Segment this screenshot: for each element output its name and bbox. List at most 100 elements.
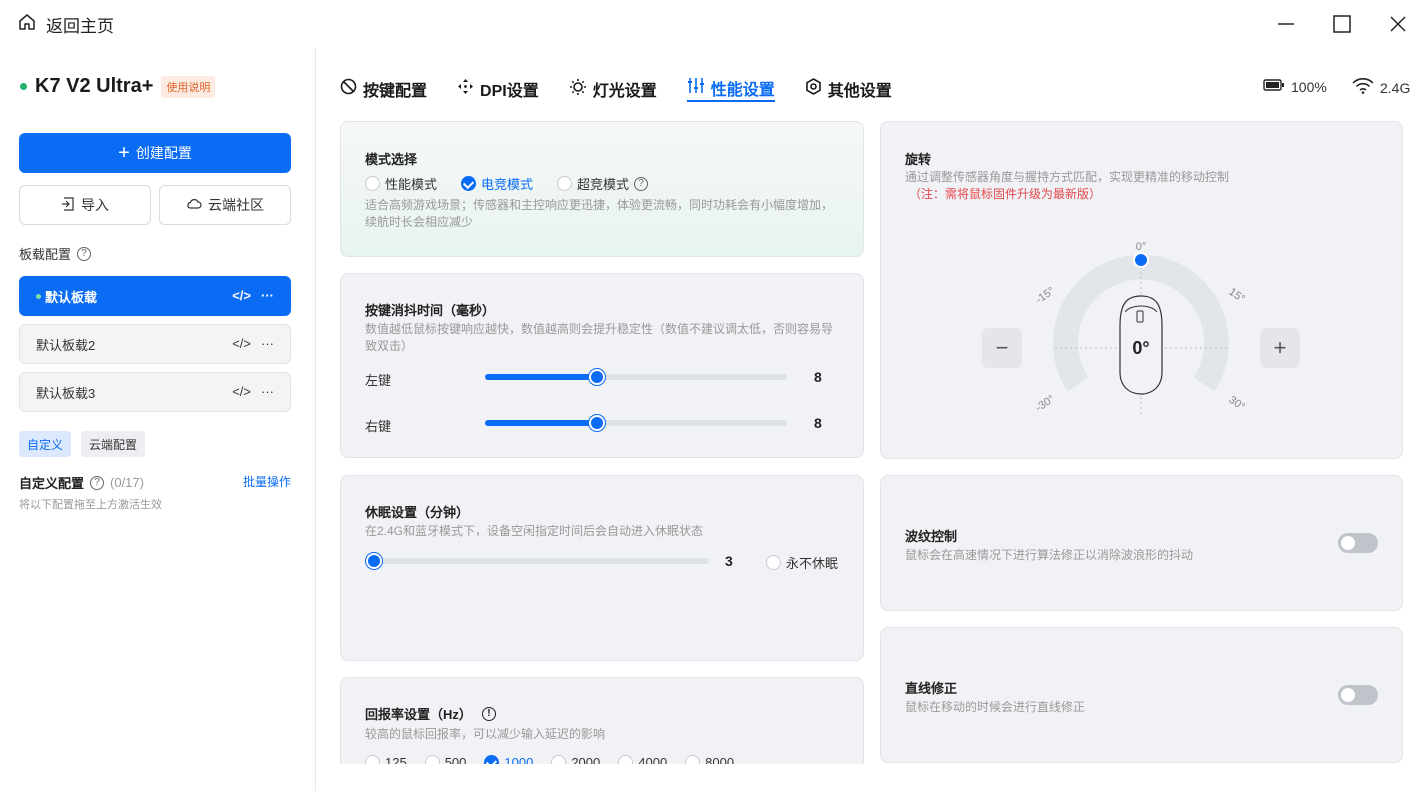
sleep-title: 休眠设置（分钟） bbox=[365, 505, 470, 520]
rotation-card: 旋转 通过调整传感器角度与握持方式匹配，实现更精准的移动控制 （注：需将鼠标固件… bbox=[880, 121, 1403, 459]
left-debounce-slider[interactable] bbox=[485, 369, 787, 385]
custom-config-label: 自定义配置 bbox=[19, 476, 85, 491]
straight-line-toggle[interactable] bbox=[1338, 685, 1378, 705]
custom-count: (0/17) bbox=[110, 475, 144, 490]
home-icon bbox=[18, 13, 36, 36]
radio-icon bbox=[618, 755, 634, 764]
profile-actions: </> ··· bbox=[232, 336, 274, 351]
plus-icon: + bbox=[118, 142, 130, 164]
info-icon[interactable]: ! bbox=[481, 706, 496, 721]
right-key-label: 右键 bbox=[365, 419, 392, 434]
more-icon[interactable]: ··· bbox=[261, 288, 274, 303]
onboard-config-label: 板载配置 bbox=[19, 247, 72, 262]
more-icon[interactable]: ··· bbox=[261, 384, 274, 399]
polling-option-label: 8000 bbox=[705, 755, 735, 764]
straight-line-card: 直线修正 鼠标在移动的时候会进行直线修正 bbox=[880, 627, 1403, 763]
right-debounce-slider[interactable] bbox=[485, 415, 787, 431]
minimize-button[interactable] bbox=[1272, 10, 1300, 38]
cloud-community-button[interactable]: 云端社区 bbox=[159, 185, 291, 225]
home-label: 返回主页 bbox=[46, 17, 114, 36]
slider-thumb[interactable] bbox=[588, 369, 605, 385]
profile-item-1[interactable]: 默认板载 </> ··· bbox=[19, 276, 291, 316]
mode-option-ultra[interactable]: 超竞模式? bbox=[557, 174, 649, 193]
maximize-button[interactable] bbox=[1328, 10, 1356, 38]
rotate-minus-button[interactable]: − bbox=[982, 328, 1022, 368]
create-config-button[interactable]: + 创建配置 bbox=[19, 133, 291, 173]
profile-label: 默认板载3 bbox=[36, 385, 96, 401]
cloud-icon bbox=[186, 197, 202, 214]
tab-dpi[interactable]: DPI设置 bbox=[457, 76, 539, 102]
tab-lighting[interactable]: 灯光设置 bbox=[569, 76, 657, 102]
online-indicator bbox=[20, 83, 27, 90]
rotation-note: （注：需将鼠标固件升级为最新版） bbox=[909, 187, 1102, 201]
tab-custom[interactable]: 自定义 bbox=[19, 431, 72, 457]
tab-other[interactable]: 其他设置 bbox=[805, 76, 892, 102]
help-icon[interactable]: ? bbox=[90, 475, 105, 490]
profile-item-3[interactable]: 默认板载3 </> ··· bbox=[19, 372, 291, 412]
device-header: K7 V2 Ultra+ 使用说明 bbox=[20, 75, 216, 98]
more-icon[interactable]: ··· bbox=[261, 336, 274, 351]
hexagon-icon bbox=[805, 78, 822, 100]
import-icon bbox=[61, 196, 75, 214]
sleep-slider[interactable] bbox=[365, 553, 709, 569]
never-sleep-option[interactable]: 永不休眠 bbox=[766, 553, 838, 572]
polling-card-viewport: 回报率设置（Hz） ! 较高的鼠标回报率，可以减少输入延迟的影响 125 500… bbox=[340, 677, 864, 764]
help-icon[interactable]: ? bbox=[634, 176, 649, 191]
radio-icon bbox=[557, 176, 573, 191]
polling-option-1000[interactable]: 1000 bbox=[484, 755, 533, 764]
wireless-mode: 2.4G bbox=[1380, 79, 1411, 96]
wireless-status: 2.4G bbox=[1352, 78, 1410, 97]
rotation-value: 0° bbox=[1132, 338, 1149, 358]
import-button[interactable]: 导入 bbox=[19, 185, 151, 225]
mode-option-esports[interactable]: 电竞模式 bbox=[461, 174, 533, 193]
ripple-title: 波纹控制 bbox=[905, 529, 958, 544]
batch-operation-link[interactable]: 批量操作 bbox=[243, 473, 291, 490]
rotation-dial[interactable]: 0° 0° -15° 15° -30° 30° bbox=[1031, 234, 1251, 424]
bulb-icon bbox=[569, 78, 587, 101]
import-label: 导入 bbox=[81, 197, 109, 213]
mode-option-performance[interactable]: 性能模式 bbox=[365, 174, 437, 193]
home-button[interactable]: 返回主页 bbox=[18, 12, 114, 37]
profile-actions: </> ··· bbox=[232, 384, 274, 399]
close-button[interactable] bbox=[1384, 10, 1412, 38]
polling-option-4000[interactable]: 4000 bbox=[618, 755, 667, 764]
tab-performance[interactable]: 性能设置 bbox=[686, 76, 775, 102]
ripple-toggle[interactable] bbox=[1338, 533, 1378, 553]
polling-option-500[interactable]: 500 bbox=[424, 755, 466, 764]
tab-cloud-config[interactable]: 云端配置 bbox=[81, 431, 146, 457]
radio-icon bbox=[551, 755, 567, 764]
manual-link[interactable]: 使用说明 bbox=[161, 75, 216, 98]
polling-option-2000[interactable]: 2000 bbox=[551, 755, 600, 764]
left-key-label: 左键 bbox=[365, 373, 392, 388]
debounce-title: 按键消抖时间（毫秒） bbox=[365, 303, 496, 318]
tab-key-config[interactable]: 按键配置 bbox=[340, 76, 427, 102]
tick-label: 15° bbox=[1226, 286, 1247, 305]
code-icon[interactable]: </> bbox=[232, 336, 251, 351]
mode-desc: 适合高频游戏场景；传感器和主控响应更迅捷，体验更流畅，同时功耗会有小幅度增加，续… bbox=[365, 198, 834, 229]
polling-option-125[interactable]: 125 bbox=[365, 755, 407, 764]
device-name: K7 V2 Ultra+ bbox=[35, 75, 154, 97]
rotate-plus-button[interactable]: + bbox=[1260, 328, 1300, 368]
code-icon[interactable]: </> bbox=[232, 288, 251, 303]
create-config-label: 创建配置 bbox=[135, 145, 192, 161]
slider-thumb[interactable] bbox=[588, 415, 605, 431]
code-icon[interactable]: </> bbox=[232, 384, 251, 399]
slider-thumb[interactable] bbox=[365, 553, 382, 569]
help-icon[interactable]: ? bbox=[77, 246, 92, 261]
title-bar: 返回主页 bbox=[0, 0, 1423, 48]
sidebar: K7 V2 Ultra+ 使用说明 + 创建配置 导入 云端社区 板载配置 ? … bbox=[0, 48, 316, 791]
slider-fill bbox=[485, 374, 597, 380]
mode-options: 性能模式 电竞模式 超竞模式? bbox=[365, 174, 649, 193]
tab-label: 按键配置 bbox=[363, 83, 428, 100]
left-debounce-value: 8 bbox=[814, 369, 822, 385]
cloud-community-label: 云端社区 bbox=[208, 197, 264, 213]
radio-checked-icon bbox=[484, 755, 500, 764]
profile-item-2[interactable]: 默认板载2 </> ··· bbox=[19, 324, 291, 364]
profile-actions: </> ··· bbox=[232, 288, 274, 303]
polling-option-label: 125 bbox=[385, 755, 407, 764]
radio-icon bbox=[766, 555, 781, 570]
wifi-icon bbox=[1352, 78, 1374, 97]
radio-checked-icon bbox=[461, 176, 477, 191]
polling-option-8000[interactable]: 8000 bbox=[685, 755, 734, 764]
radio-icon bbox=[365, 755, 380, 764]
